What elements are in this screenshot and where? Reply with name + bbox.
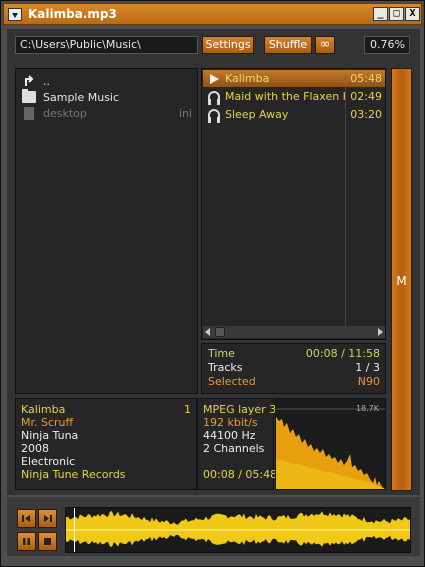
file-icon bbox=[24, 106, 34, 120]
previous-button[interactable] bbox=[17, 509, 36, 528]
stat-value: N90 bbox=[357, 375, 380, 388]
playlist-horizontal-scrollbar[interactable] bbox=[203, 326, 385, 338]
tech-format: MPEG layer 3 bbox=[203, 403, 277, 416]
spectrum-graph: 18.7K bbox=[276, 404, 385, 489]
track-info: Kalimba 1 Mr. Scruff Ninja Tuna 2008 Ele… bbox=[15, 398, 197, 490]
info-genre: Electronic bbox=[21, 455, 76, 468]
path-field[interactable]: C:\Users\Public\Music\ bbox=[15, 36, 198, 54]
headphones-icon bbox=[208, 108, 220, 123]
spectrum-freq-label: 18.7K bbox=[356, 404, 380, 413]
stat-selected: Selected N90 bbox=[208, 375, 380, 388]
side-button-label: M bbox=[396, 274, 407, 288]
tech-channels: 2 Channels bbox=[203, 442, 265, 455]
close-button[interactable]: X bbox=[405, 7, 420, 21]
info-artist: Mr. Scruff bbox=[21, 416, 74, 429]
settings-button[interactable]: Settings bbox=[202, 36, 254, 54]
waveform bbox=[66, 508, 410, 552]
folder-icon bbox=[22, 89, 36, 103]
stat-label: Tracks bbox=[208, 361, 243, 374]
title-bar[interactable]: Kalimba.mp3 _ □ X bbox=[3, 3, 422, 25]
maximize-button[interactable]: □ bbox=[389, 7, 404, 21]
info-track-number: 1 bbox=[184, 403, 191, 416]
tech-samplerate: 44100 Hz bbox=[203, 429, 256, 442]
stat-label: Selected bbox=[208, 375, 256, 388]
playhead[interactable] bbox=[74, 508, 75, 552]
window-menu-icon[interactable] bbox=[8, 8, 22, 21]
scrollbar-thumb[interactable] bbox=[215, 327, 225, 337]
file-name: .. bbox=[43, 74, 50, 88]
stat-time: Time 00:08 / 11:58 bbox=[208, 347, 380, 360]
playlist-item[interactable]: Kalimba 05:48 bbox=[203, 70, 385, 87]
file-item-file[interactable]: desktop ini bbox=[22, 105, 192, 121]
stop-icon bbox=[44, 538, 51, 545]
tech-position: 00:08 / 05:48 bbox=[203, 468, 278, 481]
headphones-icon bbox=[208, 90, 220, 105]
next-button[interactable] bbox=[38, 509, 57, 528]
shuffle-button[interactable]: Shuffle bbox=[264, 36, 312, 54]
playlist: Kalimba 05:48 Maid with the Flaxen H... … bbox=[201, 68, 386, 340]
zoom-value: 0.76% bbox=[364, 36, 410, 54]
minimize-button[interactable]: _ bbox=[373, 7, 388, 21]
playlist-stats: Time 00:08 / 11:58 Tracks 1 / 3 Selected… bbox=[201, 343, 386, 394]
track-duration: 03:20 bbox=[350, 108, 382, 121]
info-year: 2008 bbox=[21, 442, 49, 455]
info-album: Ninja Tuna bbox=[21, 429, 79, 442]
file-item-folder[interactable]: Sample Music bbox=[22, 89, 192, 105]
waveform-seekbar[interactable] bbox=[65, 507, 411, 553]
pause-icon bbox=[23, 538, 30, 545]
playlist-item[interactable]: Sleep Away 03:20 bbox=[203, 106, 385, 123]
stop-button[interactable] bbox=[38, 532, 57, 551]
pause-button[interactable] bbox=[17, 532, 36, 551]
stat-tracks: Tracks 1 / 3 bbox=[208, 361, 380, 374]
track-title: Kalimba bbox=[225, 72, 270, 85]
file-item-parent[interactable]: .. bbox=[22, 73, 192, 89]
info-title: Kalimba bbox=[21, 403, 66, 416]
scroll-left-icon[interactable] bbox=[205, 328, 210, 336]
window-title: Kalimba.mp3 bbox=[28, 7, 117, 21]
track-title: Sleep Away bbox=[225, 108, 289, 121]
side-mode-button[interactable]: M bbox=[391, 68, 412, 491]
play-icon bbox=[208, 73, 220, 85]
file-extension: ini bbox=[178, 106, 192, 120]
file-name: desktop bbox=[43, 106, 87, 120]
repeat-button[interactable]: ∞ bbox=[315, 36, 335, 54]
up-arrow-icon bbox=[22, 75, 36, 87]
info-label: Ninja Tune Records bbox=[21, 468, 126, 481]
track-duration: 02:49 bbox=[350, 90, 382, 103]
track-title: Maid with the Flaxen H... bbox=[225, 90, 345, 103]
playlist-item[interactable]: Maid with the Flaxen H... 02:49 bbox=[203, 88, 385, 105]
previous-icon bbox=[22, 515, 30, 522]
waveform-centerline bbox=[66, 529, 410, 531]
player-window: Kalimba.mp3 _ □ X C:\Users\Public\Music\… bbox=[0, 0, 425, 567]
stat-value: 00:08 / 11:58 bbox=[305, 347, 380, 360]
tech-info: MPEG layer 3 192 kbit/s 44100 Hz 2 Chann… bbox=[197, 398, 278, 490]
file-name: Sample Music bbox=[43, 90, 120, 104]
tech-bitrate: 192 kbit/s bbox=[203, 416, 258, 429]
spectrum-analyzer: 18.7K bbox=[275, 398, 386, 490]
scroll-right-icon[interactable] bbox=[378, 328, 383, 336]
stat-value: 1 / 3 bbox=[355, 361, 380, 374]
stat-label: Time bbox=[208, 347, 235, 360]
file-browser: .. Sample Music desktop ini bbox=[15, 68, 198, 394]
next-icon bbox=[44, 515, 52, 522]
track-duration: 05:48 bbox=[350, 72, 382, 85]
